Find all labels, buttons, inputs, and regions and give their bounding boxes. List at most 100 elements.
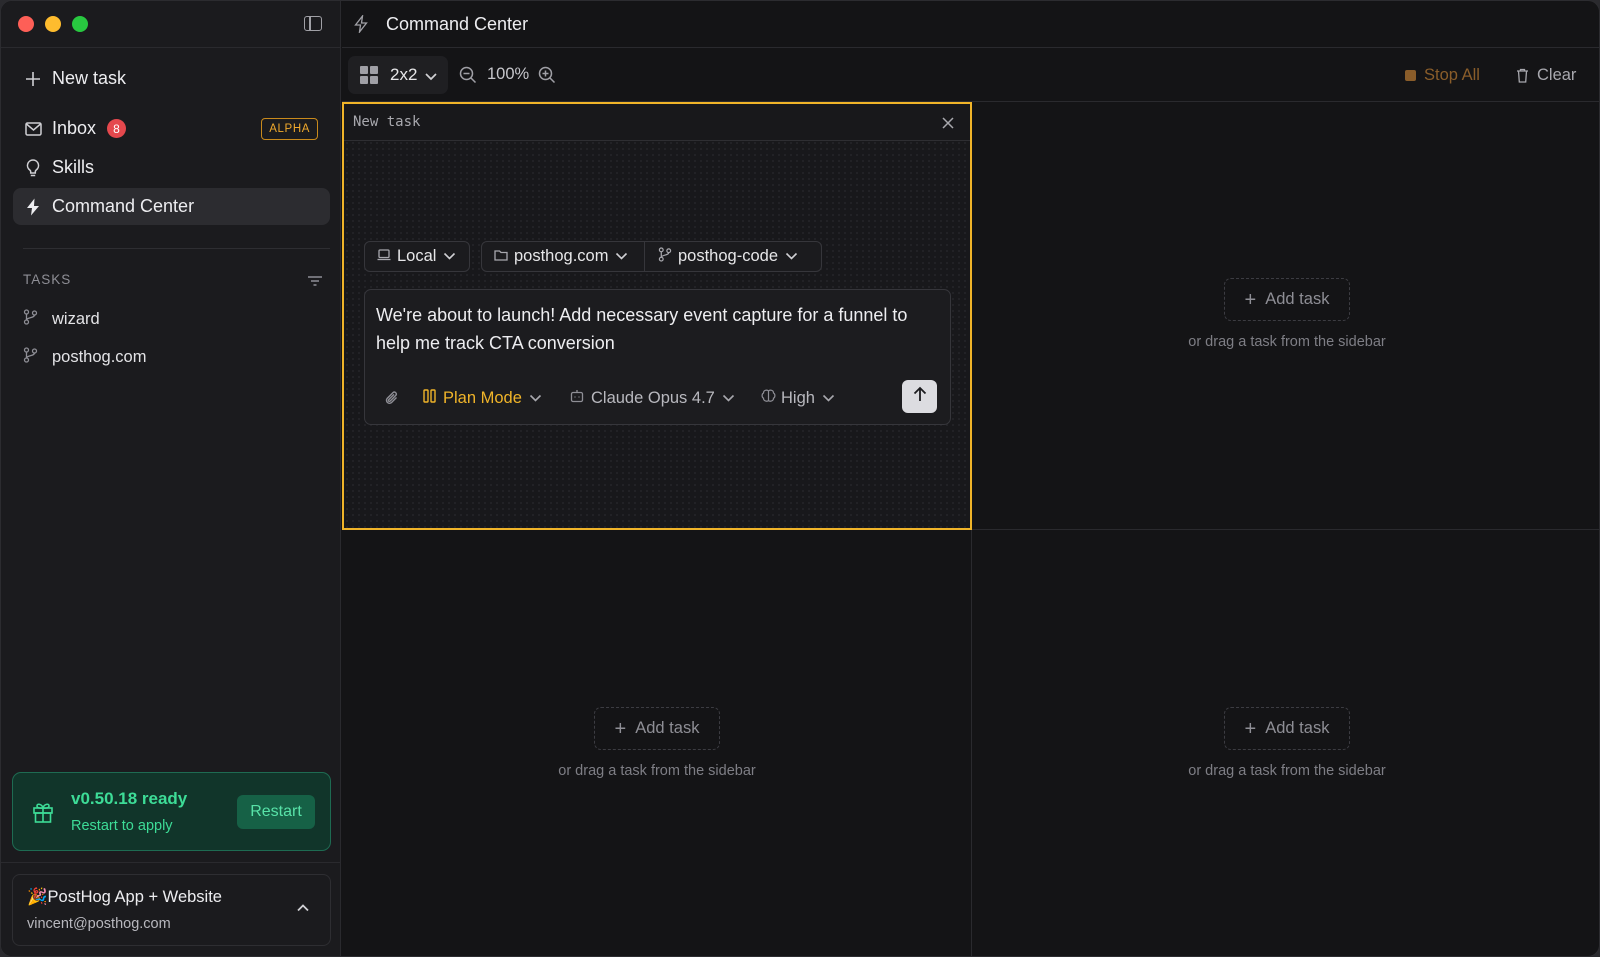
task-item-label: wizard (52, 309, 100, 328)
task-item-wizard[interactable]: wizard (23, 304, 100, 334)
chevron-down-icon (424, 69, 438, 81)
task-item-label: posthog.com (52, 347, 147, 366)
sidebar-item-inbox[interactable]: Inbox 8 ALPHA (13, 110, 330, 147)
arrow-up-icon (913, 386, 927, 407)
robot-icon (570, 389, 584, 408)
maximize-window-button[interactable] (72, 16, 88, 32)
close-icon[interactable] (942, 116, 954, 129)
gift-icon (31, 800, 55, 824)
repository-select[interactable]: posthog.com (481, 241, 645, 272)
account-divider (1, 862, 341, 863)
brain-icon (761, 389, 776, 408)
grid-icon (360, 66, 378, 84)
chevron-down-icon (722, 389, 735, 408)
mail-icon (24, 120, 42, 138)
stop-all-button[interactable]: Stop All (1405, 64, 1480, 86)
git-branch-icon (23, 308, 38, 330)
sidebar-divider (23, 248, 330, 249)
lightning-icon (354, 13, 370, 35)
prompt-input[interactable]: We're about to launch! Add necessary eve… (376, 301, 936, 357)
paperclip-icon[interactable] (385, 386, 399, 410)
model-select[interactable]: Claude Opus 4.7 (570, 386, 735, 410)
new-task-label: New task (52, 68, 127, 88)
branch-value: posthog-code (678, 247, 778, 265)
lightning-icon (24, 198, 42, 216)
clear-button[interactable]: Clear (1516, 64, 1576, 86)
drag-hint: or drag a task from the sidebar (558, 763, 756, 779)
sidebar-titlebar (1, 1, 341, 48)
add-task-button[interactable]: + Add task (1224, 707, 1350, 750)
lightbulb-icon (24, 158, 42, 177)
send-button[interactable] (902, 380, 937, 413)
task-panel-title: New task (353, 114, 421, 130)
task-item-posthog-com[interactable]: posthog.com (23, 342, 146, 372)
prompt-composer[interactable]: We're about to launch! Add necessary eve… (364, 289, 951, 425)
environment-value: Local (397, 247, 437, 265)
git-branch-icon (23, 346, 38, 368)
account-switcher[interactable]: 🎉PostHog App + Website vincent@posthog.c… (12, 874, 331, 946)
sidebar-toggle-icon[interactable] (304, 16, 322, 31)
pause-icon (423, 388, 436, 408)
chevron-down-icon (615, 247, 628, 266)
toolbar: 2x2 100% Stop All Clear (342, 48, 1599, 102)
layout-select[interactable]: 2x2 (348, 56, 448, 94)
main-titlebar: Command Center (342, 1, 1599, 48)
zoom-level: 100% (487, 65, 530, 83)
inbox-count-badge: 8 (107, 119, 126, 138)
alpha-badge: ALPHA (261, 117, 318, 140)
clear-label: Clear (1537, 65, 1577, 84)
trash-icon (1516, 68, 1529, 83)
git-branch-icon (658, 246, 672, 267)
add-task-button[interactable]: + Add task (1224, 278, 1350, 321)
sidebar-item-skills[interactable]: Skills (13, 149, 330, 186)
plus-icon: + (1244, 288, 1257, 311)
layout-select-value: 2x2 (390, 65, 418, 84)
add-task-label: Add task (1265, 290, 1330, 308)
chevron-down-icon (822, 389, 835, 408)
sidebar-item-label: Inbox (52, 118, 97, 138)
repository-value: posthog.com (514, 247, 609, 265)
sidebar-item-command-center[interactable]: Command Center (13, 188, 330, 225)
chevron-down-icon (443, 247, 456, 266)
add-task-button[interactable]: + Add task (594, 707, 720, 750)
add-task-label: Add task (635, 719, 700, 737)
account-name-label: PostHog App + Website (47, 888, 222, 906)
sidebar-item-label: Skills (52, 157, 95, 177)
new-task-button[interactable]: New task (13, 60, 330, 97)
account-name: 🎉PostHog App + Website (27, 888, 222, 907)
task-panel: New task Local posthog.com posthog-code … (342, 102, 972, 530)
sidebar-item-label: Command Center (52, 196, 195, 216)
laptop-icon (377, 247, 391, 266)
filter-icon[interactable] (308, 273, 322, 286)
update-title: v0.50.18 ready (71, 789, 188, 808)
mode-value: Plan Mode (443, 388, 522, 407)
drag-hint: or drag a task from the sidebar (1188, 334, 1386, 350)
drag-hint: or drag a task from the sidebar (1188, 763, 1386, 779)
minimize-window-button[interactable] (45, 16, 61, 32)
party-emoji-icon: 🎉 (27, 888, 48, 906)
stop-icon (1405, 69, 1416, 81)
effort-value: High (781, 388, 815, 407)
folder-icon (494, 247, 508, 266)
plus-icon: + (1244, 717, 1257, 740)
app-window: New task Inbox 8 ALPHA Skills Command Ce… (0, 0, 1600, 957)
mode-select[interactable]: Plan Mode (423, 386, 542, 410)
add-task-label: Add task (1265, 719, 1330, 737)
account-email: vincent@posthog.com (27, 916, 171, 932)
environment-select[interactable]: Local (364, 241, 470, 272)
sidebar: New task Inbox 8 ALPHA Skills Command Ce… (1, 1, 341, 956)
zoom-in-icon[interactable] (538, 66, 556, 84)
page-title: Command Center (386, 14, 529, 34)
update-card: v0.50.18 ready Restart to apply Restart (12, 772, 331, 851)
zoom-out-icon[interactable] (459, 66, 477, 84)
restart-button[interactable]: Restart (237, 795, 315, 829)
effort-select[interactable]: High (761, 386, 835, 410)
tasks-heading: TASKS (23, 272, 72, 287)
branch-select[interactable]: posthog-code (644, 241, 822, 272)
chevron-up-icon[interactable] (295, 900, 311, 916)
model-value: Claude Opus 4.7 (591, 388, 715, 407)
stop-all-label: Stop All (1424, 65, 1480, 84)
task-panel-header: New task (344, 104, 970, 141)
chevron-down-icon (785, 247, 798, 266)
close-window-button[interactable] (18, 16, 34, 32)
